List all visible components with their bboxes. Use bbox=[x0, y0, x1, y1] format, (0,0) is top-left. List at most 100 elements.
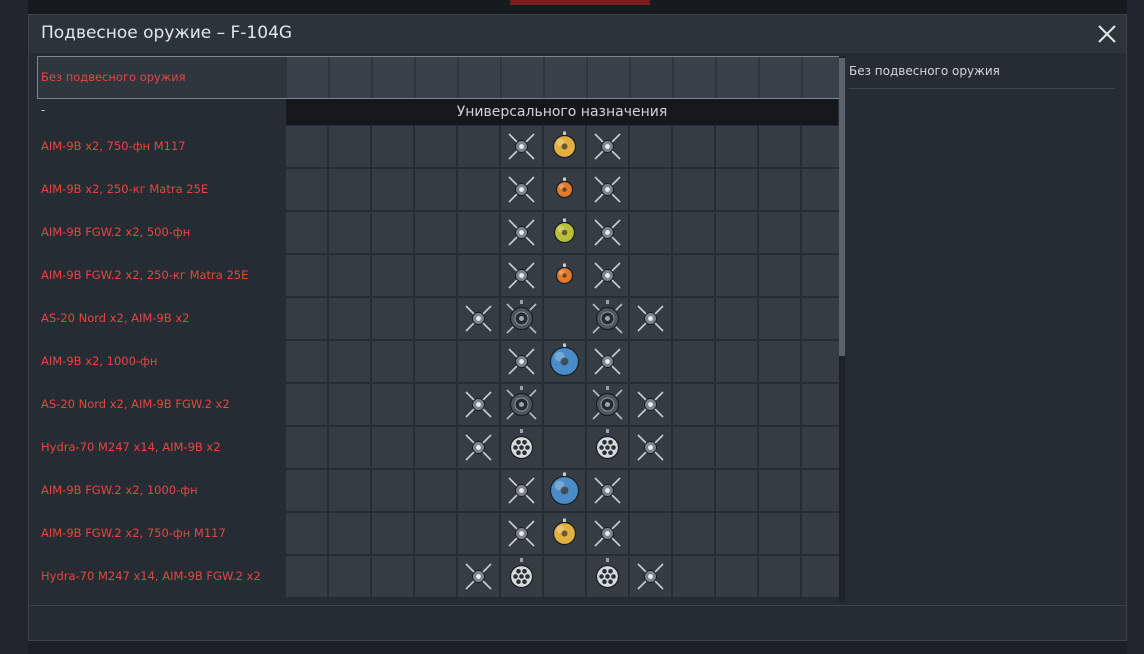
weapon-slot bbox=[329, 212, 370, 253]
preset-label: AIM-9B FGW.2 x2, 1000-фн bbox=[41, 483, 198, 497]
guided-missile-icon bbox=[506, 386, 537, 420]
weapon-slot bbox=[501, 212, 542, 253]
bomb-blue-icon bbox=[549, 472, 580, 506]
scrollbar[interactable] bbox=[839, 56, 845, 602]
section-title: Универсального назначения bbox=[286, 99, 838, 125]
weapon-slot bbox=[329, 298, 370, 339]
weapon-slot bbox=[802, 169, 839, 210]
weapon-slot bbox=[802, 470, 839, 511]
weapon-slot bbox=[286, 513, 327, 554]
weapon-slot bbox=[286, 341, 327, 382]
weapon-slot bbox=[802, 298, 839, 339]
preset-row[interactable]: AIM-9B x2, 250-кг Matra 25E bbox=[37, 168, 839, 211]
weapon-slot bbox=[587, 341, 628, 382]
weapon-slot bbox=[372, 212, 413, 253]
footer-divider bbox=[29, 605, 1126, 606]
dialog-titlebar: Подвесное оружие – F-104G bbox=[29, 15, 1126, 53]
preset-label: AIM-9B x2, 750-фн M117 bbox=[41, 139, 186, 153]
weapon-slot bbox=[415, 513, 456, 554]
weapon-slot bbox=[759, 384, 800, 425]
preset-row[interactable]: Hydra-70 M247 x14, AIM-9B x2 bbox=[37, 426, 839, 469]
weapon-slot bbox=[759, 427, 800, 468]
weapon-slot bbox=[329, 341, 370, 382]
background-right bbox=[1127, 0, 1144, 654]
missile-icon bbox=[508, 477, 535, 504]
preset-row[interactable]: AIM-9B FGW.2 x2, 500-фн bbox=[37, 211, 839, 254]
weapon-slot bbox=[716, 427, 757, 468]
weapon-slot bbox=[802, 384, 839, 425]
weapon-slot bbox=[630, 298, 671, 339]
weapon-slot bbox=[415, 255, 456, 296]
weapon-slot bbox=[544, 427, 585, 468]
weapon-slot bbox=[501, 470, 542, 511]
close-button[interactable] bbox=[1096, 23, 1118, 45]
weapon-slot bbox=[759, 470, 800, 511]
missile-icon bbox=[508, 176, 535, 203]
rocket-pod-icon bbox=[509, 558, 534, 589]
preset-row[interactable]: AS-20 Nord x2, AIM-9B FGW.2 x2 bbox=[37, 383, 839, 426]
guided-missile-icon bbox=[592, 300, 623, 334]
weapon-slot bbox=[630, 169, 671, 210]
missile-icon bbox=[637, 391, 664, 418]
weapon-slot bbox=[501, 384, 542, 425]
weapon-slot bbox=[458, 212, 499, 253]
missile-icon bbox=[508, 348, 535, 375]
weapon-slot bbox=[458, 384, 499, 425]
preset-label: AIM-9B FGW.2 x2, 250-кг Matra 25E bbox=[41, 268, 249, 282]
weapon-slot bbox=[716, 298, 757, 339]
weapon-slot bbox=[673, 384, 714, 425]
weapon-slot bbox=[630, 126, 671, 167]
weapon-slot bbox=[716, 341, 757, 382]
preset-row-none[interactable]: Без подвесного оружия bbox=[37, 56, 839, 99]
missile-icon bbox=[465, 305, 492, 332]
preset-row[interactable]: AIM-9B x2, 750-фн M117 bbox=[37, 125, 839, 168]
weapon-slot bbox=[673, 427, 714, 468]
preset-row[interactable]: AIM-9B FGW.2 x2, 1000-фн bbox=[37, 469, 839, 512]
weapon-slot bbox=[329, 513, 370, 554]
weapon-slot bbox=[587, 427, 628, 468]
weapon-slot bbox=[630, 427, 671, 468]
preset-row[interactable]: Hydra-70 M247 x14, AIM-9B FGW.2 x2 bbox=[37, 555, 839, 598]
preset-row[interactable]: AIM-9B FGW.2 x2, 750-фн M117 bbox=[37, 512, 839, 555]
weapon-slot bbox=[802, 513, 839, 554]
weapon-slot bbox=[501, 169, 542, 210]
weapon-slot bbox=[329, 255, 370, 296]
weapon-slot bbox=[760, 57, 801, 98]
weapon-slot bbox=[372, 169, 413, 210]
weapon-slot bbox=[630, 513, 671, 554]
weapon-slot bbox=[501, 298, 542, 339]
scrollbar-thumb[interactable] bbox=[839, 58, 845, 356]
weapon-slot bbox=[458, 470, 499, 511]
weapon-slot bbox=[673, 169, 714, 210]
weapon-slot bbox=[372, 556, 413, 597]
weapon-slot bbox=[673, 298, 714, 339]
weapon-slot bbox=[286, 212, 327, 253]
weapon-slot bbox=[716, 255, 757, 296]
weapon-slot bbox=[544, 169, 585, 210]
details-title: Без подвесного оружия bbox=[849, 64, 1000, 78]
preset-row[interactable]: AIM-9B x2, 1000-фн bbox=[37, 340, 839, 383]
weapon-slot bbox=[372, 384, 413, 425]
weapon-slot bbox=[587, 384, 628, 425]
missile-icon bbox=[637, 305, 664, 332]
weapon-slot bbox=[459, 57, 500, 98]
preset-list: Без подвесного оружия - Универсального н… bbox=[37, 56, 839, 602]
weapon-slot bbox=[717, 57, 758, 98]
weapon-slot bbox=[501, 255, 542, 296]
weapon-slot bbox=[587, 556, 628, 597]
weapon-slot bbox=[501, 513, 542, 554]
weapon-slot bbox=[673, 212, 714, 253]
preset-row[interactable]: AS-20 Nord x2, AIM-9B x2 bbox=[37, 297, 839, 340]
guided-missile-icon bbox=[506, 300, 537, 334]
weapon-slot bbox=[759, 255, 800, 296]
preset-label: AIM-9B FGW.2 x2, 750-фн M117 bbox=[41, 526, 226, 540]
weapon-slot bbox=[415, 427, 456, 468]
missile-icon bbox=[465, 563, 492, 590]
weapon-slot bbox=[415, 169, 456, 210]
weapon-slot bbox=[630, 212, 671, 253]
preset-row[interactable]: AIM-9B FGW.2 x2, 250-кг Matra 25E bbox=[37, 254, 839, 297]
weapon-slot bbox=[372, 341, 413, 382]
preset-label: AS-20 Nord x2, AIM-9B FGW.2 x2 bbox=[41, 397, 230, 411]
missile-icon bbox=[465, 434, 492, 461]
weapon-slot bbox=[716, 169, 757, 210]
